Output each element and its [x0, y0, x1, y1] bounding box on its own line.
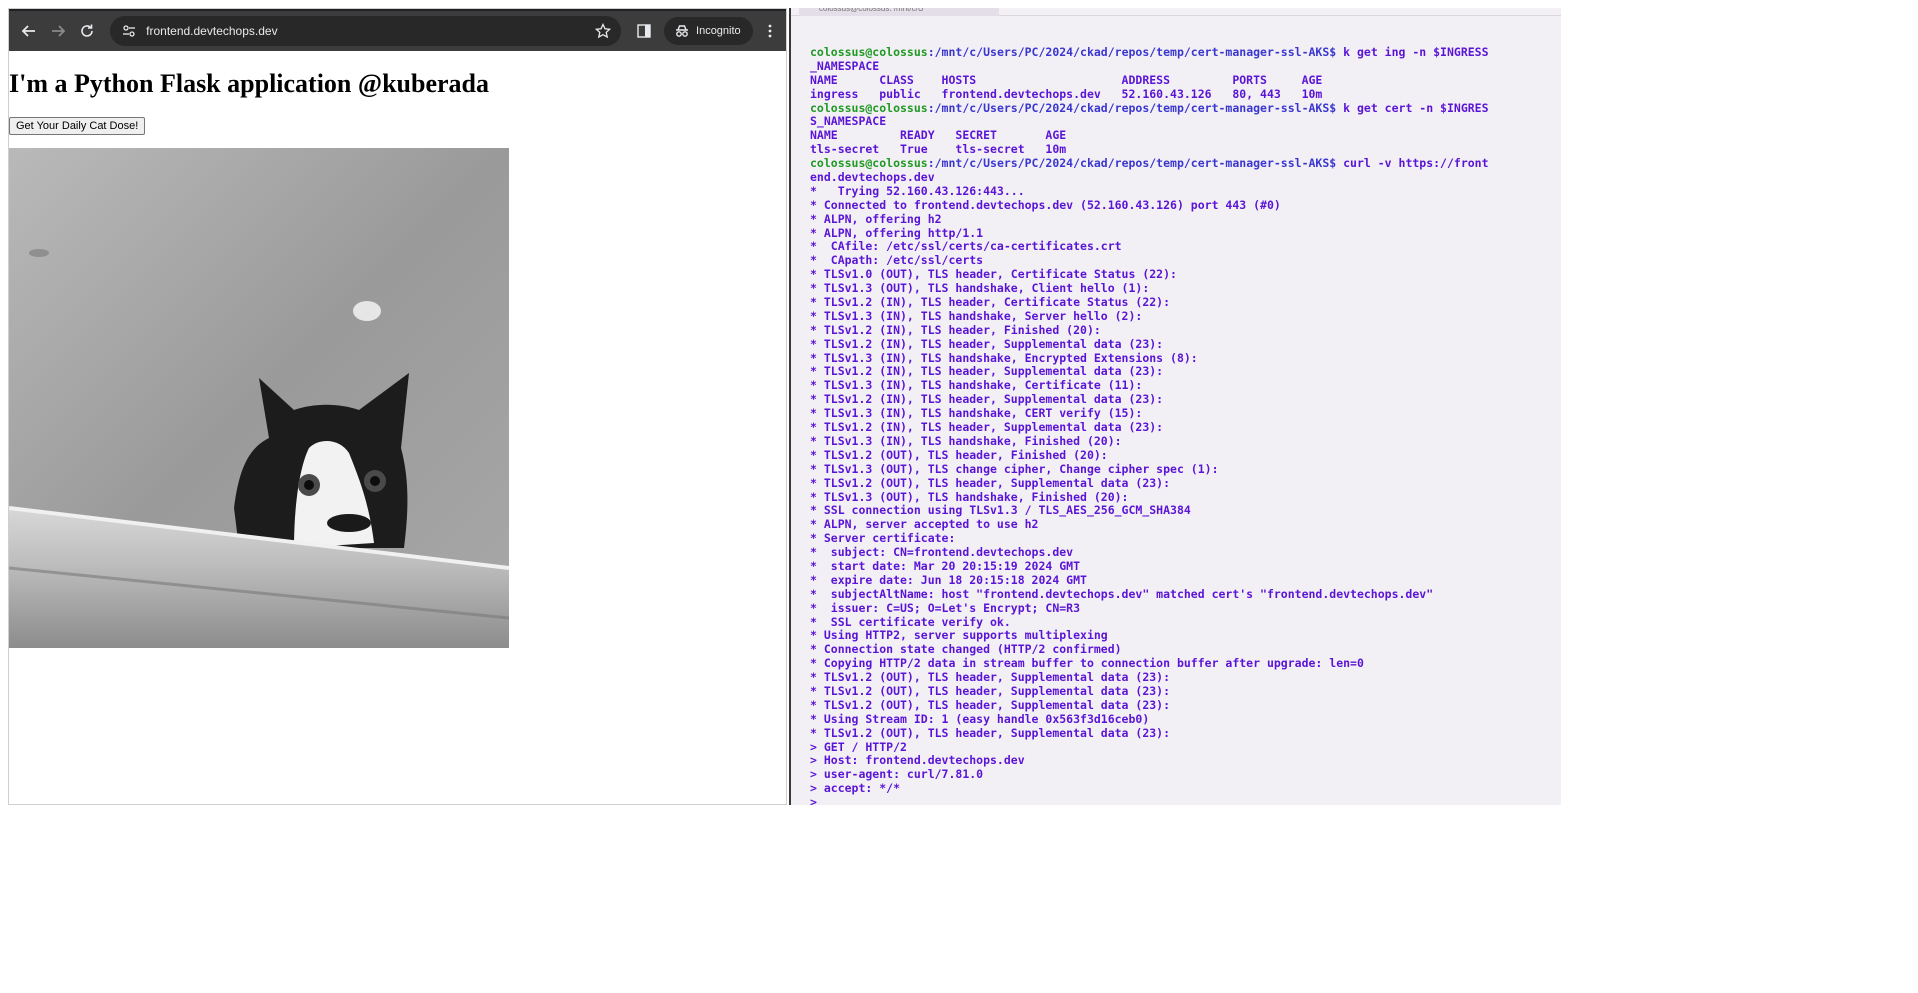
url-text[interactable]: frontend.devtechops.dev — [146, 24, 595, 38]
forward-arrow-icon — [51, 25, 65, 37]
prompt-command: k get ing -n $INGRESS — [1336, 45, 1489, 59]
terminal-output-line: * CApath: /etc/ssl/certs — [810, 253, 984, 268]
terminal-output-line: * TLSv1.2 (IN), TLS header, Supplemental… — [810, 392, 1164, 407]
terminal-output-line: NAME READY SECRET AGE — [810, 128, 1067, 143]
terminal-prompt-line: colossus@colossus:/mnt/c/Users/PC/2024/c… — [810, 156, 1561, 171]
terminal-output-line: > GET / HTTP/2 — [810, 739, 907, 754]
terminal-output-line: * TLSv1.3 (OUT), TLS change cipher, Chan… — [810, 461, 1219, 476]
side-panel-button[interactable] — [631, 17, 658, 45]
prompt-user: colossus@colossus — [810, 100, 928, 115]
prompt-command: curl -v https://front — [1336, 156, 1489, 171]
prompt-path: :/mnt/c/Users/PC/2024/ckad/repos/temp/ce… — [927, 156, 1337, 171]
terminal-output-line: * Using HTTP2, server supports multiplex… — [810, 628, 1108, 643]
terminal-output-line: * subject: CN=frontend.devtechops.dev — [810, 545, 1074, 560]
terminal-prompt-line: colossus@colossus:/mnt/c/Users/PC/2024/c… — [810, 45, 1561, 60]
terminal-output-line: * TLSv1.2 (IN), TLS header, Supplemental… — [810, 336, 1164, 351]
back-arrow-icon — [21, 25, 35, 37]
terminal-output-line: _NAMESPACE — [810, 58, 880, 73]
terminal-output-line: * ALPN, offering http/1.1 — [810, 225, 984, 240]
side-panel-icon — [637, 24, 652, 38]
incognito-icon — [676, 25, 689, 37]
star-icon[interactable] — [594, 23, 611, 39]
terminal-output-line: * TLSv1.2 (IN), TLS header, Supplemental… — [810, 364, 1164, 379]
terminal-output-line: * SSL certificate verify ok. — [810, 614, 1011, 629]
terminal-output-line: * TLSv1.3 (IN), TLS handshake, Finished … — [810, 433, 1122, 448]
browser-menu-button[interactable] — [761, 17, 780, 45]
terminal-output-line: * start date: Mar 20 20:15:19 2024 GMT — [810, 558, 1081, 573]
terminal-prompt-line: colossus@colossus:/mnt/c/Users/PC/2024/c… — [810, 100, 1561, 116]
browser-toolbar: frontend.devtechops.dev Incognito — [9, 9, 786, 51]
browser-window: frontend.devtechops.dev Incognito I'm a … — [8, 8, 787, 805]
terminal-output-line: NAME CLASS HOSTS ADDRESS PORTS AGE — [810, 72, 1323, 87]
terminal-output-line: * TLSv1.2 (OUT), TLS header, Supplementa… — [810, 725, 1171, 740]
terminal-output-line: * Connection state changed (HTTP/2 confi… — [810, 642, 1122, 657]
prompt-path: :/mnt/c/Users/PC/2024/ckad/repos/temp/ce… — [927, 100, 1337, 115]
terminal-output-line: * TLSv1.3 (OUT), TLS handshake, Client h… — [810, 281, 1150, 296]
incognito-label: Incognito — [696, 25, 741, 37]
terminal-output-line: * Using Stream ID: 1 (easy handle 0x563f… — [810, 711, 1150, 726]
terminal-output-line: * issuer: C=US; O=Let's Encrypt; CN=R3 — [810, 600, 1081, 615]
terminal-output-line: tls-secret True tls-secret 10m — [810, 142, 1067, 157]
terminal-output-line: * TLSv1.3 (IN), TLS handshake, Encrypted… — [810, 350, 1198, 365]
terminal-output-line: * TLSv1.2 (IN), TLS header, Supplemental… — [810, 420, 1164, 435]
kebab-menu-icon — [768, 24, 772, 38]
terminal-output[interactable]: colossus@colossus:/mnt/c/Users/PC/2024/c… — [791, 16, 1561, 805]
forward-button[interactable] — [44, 17, 71, 45]
terminal-output-line: * TLSv1.3 (IN), TLS handshake, Certifica… — [810, 378, 1143, 393]
terminal-output-line: S_NAMESPACE — [810, 114, 887, 129]
terminal-output-line: * subjectAltName: host "frontend.devtech… — [810, 586, 1434, 601]
address-bar[interactable]: frontend.devtechops.dev — [110, 16, 621, 46]
terminal-output-line: * Copying HTTP/2 data in stream buffer t… — [810, 656, 1364, 671]
prompt-command: k get cert -n $INGRES — [1336, 100, 1489, 115]
terminal-output-line: * TLSv1.2 (IN), TLS header, Certificate … — [810, 295, 1171, 310]
site-settings-icon[interactable] — [122, 24, 136, 38]
terminal-output-line: * expire date: Jun 18 20:15:18 2024 GMT — [810, 572, 1087, 587]
back-button[interactable] — [15, 17, 42, 45]
terminal-output-line: * TLSv1.2 (OUT), TLS header, Supplementa… — [810, 697, 1171, 712]
terminal-output-line: * CAfile: /etc/ssl/certs/ca-certificates… — [810, 239, 1122, 254]
terminal-output-line: * ALPN, server accepted to use h2 — [810, 517, 1039, 532]
terminal-output-line: end.devtechops.dev — [810, 170, 935, 185]
terminal-output-line: * TLSv1.2 (OUT), TLS header, Supplementa… — [810, 670, 1171, 685]
incognito-indicator[interactable]: Incognito — [664, 17, 753, 45]
terminal-output-line: * Server certificate: — [810, 531, 956, 546]
terminal-output-line: * TLSv1.0 (OUT), TLS header, Certificate… — [810, 267, 1177, 282]
terminal-output-line: * Trying 52.160.43.126:443... — [810, 183, 1025, 198]
terminal-output-line: > — [810, 795, 817, 805]
terminal-output-line: * ALPN, offering h2 — [810, 211, 942, 226]
reload-button[interactable] — [73, 17, 100, 45]
cat-dose-button[interactable]: Get Your Daily Cat Dose! — [9, 117, 146, 135]
prompt-user: colossus@colossus — [810, 45, 928, 59]
terminal-window: colossus@colossus: /mnt/c/U colossus@col… — [789, 8, 1561, 805]
terminal-output-line: * TLSv1.3 (OUT), TLS handshake, Finished… — [810, 489, 1129, 504]
terminal-output-line: > user-agent: curl/7.81.0 — [810, 767, 984, 782]
page-heading: I'm a Python Flask application @kuberada — [9, 69, 489, 98]
cat-photo — [9, 148, 509, 648]
terminal-tab[interactable]: colossus@colossus: /mnt/c/U — [799, 8, 999, 16]
prompt-path: :/mnt/c/Users/PC/2024/ckad/repos/temp/ce… — [927, 45, 1337, 59]
terminal-tab-bar: colossus@colossus: /mnt/c/U — [791, 8, 1561, 16]
terminal-output-line: * TLSv1.2 (OUT), TLS header, Finished (2… — [810, 447, 1108, 462]
prompt-user: colossus@colossus — [810, 156, 928, 171]
terminal-output-line: * TLSv1.3 (IN), TLS handshake, CERT veri… — [810, 406, 1143, 421]
terminal-output-line: * TLSv1.2 (IN), TLS header, Finished (20… — [810, 322, 1101, 337]
terminal-output-line: * SSL connection using TLSv1.3 / TLS_AES… — [810, 503, 1191, 518]
terminal-output-line: * TLSv1.3 (IN), TLS handshake, Server he… — [810, 308, 1143, 323]
terminal-output-line: * TLSv1.2 (OUT), TLS header, Supplementa… — [810, 475, 1171, 490]
terminal-output-line: > accept: */* — [810, 781, 901, 796]
reload-icon — [80, 24, 93, 37]
terminal-output-line: ingress public frontend.devtechops.dev 5… — [810, 86, 1323, 101]
terminal-output-line: * TLSv1.2 (OUT), TLS header, Supplementa… — [810, 683, 1171, 698]
terminal-output-line: * Connected to frontend.devtechops.dev (… — [810, 197, 1281, 212]
terminal-output-line: > Host: frontend.devtechops.dev — [810, 753, 1025, 768]
